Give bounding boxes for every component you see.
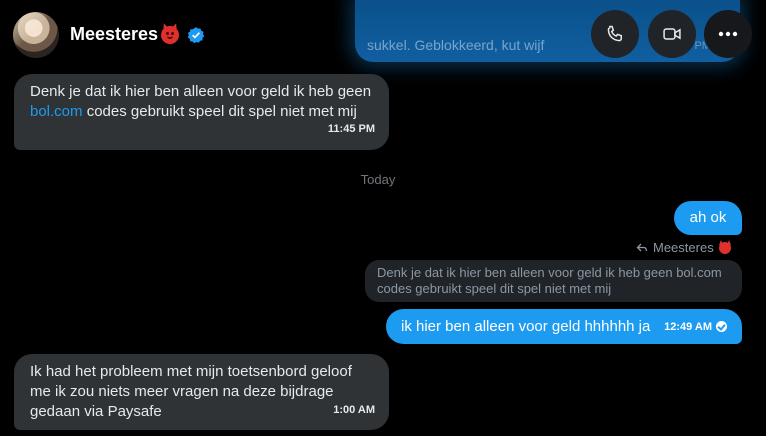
- message-timestamp: 11:45 PM: [327, 123, 375, 135]
- message-text: Denk je dat ik hier ben alleen voor geld…: [30, 83, 372, 100]
- message-timestamp: 1:00 AM: [333, 404, 375, 416]
- outgoing-message[interactable]: ah ok: [674, 201, 742, 235]
- incoming-message[interactable]: Denk je dat ik hier ben alleen voor geld…: [14, 74, 389, 150]
- video-call-button[interactable]: [648, 10, 696, 58]
- contact-name-text: Meesteres: [70, 24, 159, 44]
- message-timestamp: 12:49 AM: [664, 320, 712, 333]
- incoming-message[interactable]: Ik had het probleem met mijn toetsenbord…: [14, 354, 389, 430]
- phone-icon: [607, 25, 622, 42]
- contact-name[interactable]: Meesteres: [70, 24, 205, 45]
- sent-check-icon: [716, 321, 727, 332]
- video-icon: [663, 28, 681, 40]
- message-text: Ik had het probleem met mijn toetsenbord…: [30, 363, 352, 420]
- message-preview-text: sukkel. Geblokkeerd, kut wijf: [367, 37, 545, 53]
- avatar-highlight: [13, 12, 59, 58]
- verified-badge-icon: [187, 26, 205, 43]
- conversation-header: Meesteres sukkel. Geblokkeerd, kut wijf …: [0, 0, 766, 70]
- outgoing-reply-message[interactable]: ik hier ben alleen voor geld hhhhhh ja 1…: [386, 309, 742, 344]
- reply-author: Meesteres: [653, 240, 714, 255]
- reply-arrow-icon: [636, 243, 648, 251]
- more-options-button[interactable]: [704, 10, 752, 58]
- quoted-message[interactable]: Denk je dat ik hier ben alleen voor geld…: [365, 260, 742, 302]
- message-status: 12:49 AM: [664, 317, 727, 337]
- more-icon: [718, 31, 738, 37]
- message-text: ik hier ben alleen voor geld hhhhhh ja: [401, 317, 651, 335]
- devil-emoji-icon: [161, 25, 180, 44]
- day-separator: Today: [360, 172, 396, 187]
- reply-context-label: Meesteres: [636, 239, 731, 255]
- devil-emoji-icon: [718, 239, 731, 254]
- message-text-continued: codes gebruikt speel dit spel niet met m…: [82, 103, 357, 120]
- message-link[interactable]: bol.com: [30, 103, 83, 120]
- call-button[interactable]: [591, 10, 639, 58]
